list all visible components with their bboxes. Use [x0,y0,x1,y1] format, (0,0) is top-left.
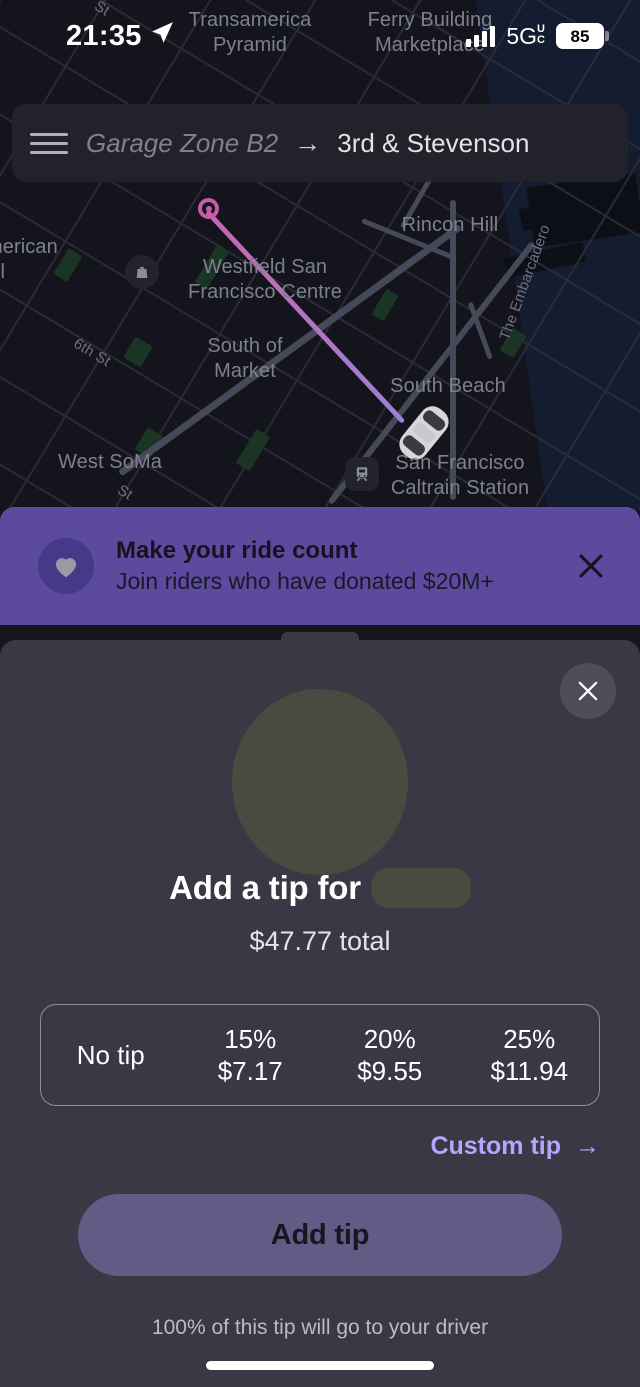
add-tip-button[interactable]: Add tip [78,1194,562,1276]
tip-option-percent: 15% [224,1024,277,1054]
battery-icon: 85 [556,23,609,49]
tip-option-amount: $11.94 [490,1056,569,1086]
map-label: South of Market [207,335,283,382]
banner-text: Make your ride count Join riders who hav… [116,536,568,596]
hamburger-menu-icon[interactable] [12,132,86,154]
custom-tip-label: Custom tip [430,1132,561,1160]
status-time-group: 21:35 [66,20,175,53]
arrow-right-icon: → [294,127,322,158]
origin-pin-icon [198,198,219,219]
network-sup-top: U [537,22,545,35]
trip-route-bar[interactable]: Garage Zone B2 → 3rd & Stevenson [12,104,628,182]
custom-tip-link[interactable]: Custom tip → [430,1132,600,1161]
network-type-label: 5G U C [506,22,545,49]
route-destination-label: 3rd & Stevenson [337,127,530,158]
tip-option-amount: $7.17 [217,1056,283,1086]
driver-avatar [232,689,408,875]
tip-option-percent: 20% [363,1024,416,1054]
tip-option-20[interactable]: 20% $9.55 [320,1005,460,1105]
add-tip-sheet: Add a tip for $47.77 total No tip 15% $7… [0,632,640,1387]
page-title: Add a tip for [0,868,640,908]
map-label: ll [0,261,6,283]
route-summary[interactable]: Garage Zone B2 → 3rd & Stevenson [86,128,529,159]
map-label: Rincon Hill [401,214,499,236]
battery-level-label: 85 [570,26,590,46]
banner-close-icon[interactable] [568,543,614,589]
status-indicators: 5G U C 85 [466,22,609,50]
donation-banner[interactable]: Make your ride count Join riders who hav… [0,507,640,625]
home-indicator[interactable] [206,1361,434,1370]
tip-option-no-tip[interactable]: No tip [41,1005,181,1105]
tip-option-percent: No tip [76,1040,145,1070]
banner-title: Make your ride count [116,537,358,564]
tip-option-percent: 25% [503,1024,556,1054]
sheet-drag-handle[interactable] [281,632,359,642]
phone-screen: Transamerica Pyramid Ferry Building Mark… [0,0,640,1387]
banner-subtitle: Join riders who have donated $20M+ [116,568,494,594]
map-label: West SoMa [58,451,162,473]
route-origin-label: Garage Zone B2 [86,127,279,158]
tip-title-label: Add a tip for [169,869,361,906]
trip-total-label: $47.77 total [249,926,391,956]
tip-option-amount: $9.55 [357,1056,423,1086]
tip-option-25[interactable]: 25% $11.94 [460,1005,600,1105]
tip-footnote: 100% of this tip will go to your driver [151,1316,489,1339]
map-label: merican [0,236,58,258]
map-view[interactable]: Transamerica Pyramid Ferry Building Mark… [0,0,640,510]
navigation-arrow-icon [150,20,175,53]
arrow-right-icon: → [575,1132,600,1160]
network-sup-bottom: C [537,33,545,46]
driver-name-redacted [370,868,471,908]
map-label: Westfield San Francisco Centre [188,256,342,303]
map-label: San Francisco Caltrain Station [390,452,530,499]
heart-icon [38,538,94,594]
map-label: South Beach [390,375,506,397]
tip-option-15[interactable]: 15% $7.17 [181,1005,321,1105]
tip-option-group[interactable]: No tip 15% $7.17 20% $9.55 25% $11.94 [40,1004,600,1106]
clock-label: 21:35 [66,19,142,52]
status-bar: 21:35 5G U C 85 [0,0,640,72]
cellular-bars-icon [466,25,496,47]
sheet-close-icon[interactable] [560,663,616,719]
